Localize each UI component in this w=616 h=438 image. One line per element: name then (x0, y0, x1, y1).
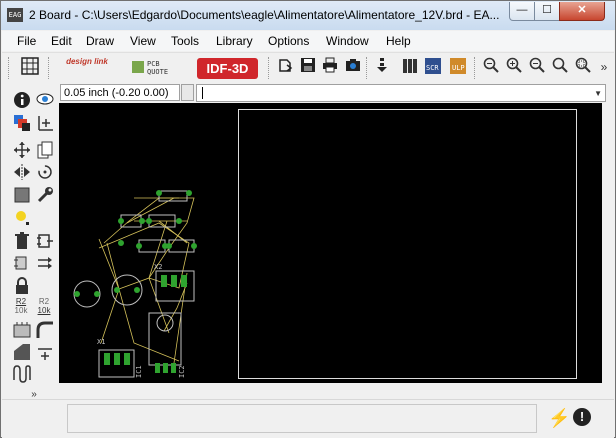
menu-view[interactable]: View (130, 34, 156, 48)
pcb-quote-label: PCB QUOTE (147, 60, 169, 76)
app-icon: EAG (7, 8, 23, 22)
smash-icon[interactable] (12, 209, 32, 229)
pcb-quote-button[interactable]: PCB QUOTE (132, 59, 176, 77)
value-tool-value: 10k (37, 306, 51, 315)
toolbar-grip[interactable] (268, 57, 272, 79)
change-icon[interactable] (35, 186, 55, 206)
value-tool[interactable]: R2 10k (34, 297, 54, 319)
menu-window[interactable]: Window (326, 34, 369, 48)
copy-icon[interactable] (35, 141, 55, 161)
designlink-button[interactable]: design link (64, 57, 110, 79)
grid-icon[interactable] (20, 57, 40, 77)
menu-help[interactable]: Help (386, 34, 411, 48)
pcb-quote-icon (132, 61, 144, 73)
split-icon[interactable] (12, 321, 32, 341)
mark-icon[interactable] (35, 114, 55, 134)
replace-icon[interactable] (12, 254, 32, 274)
toolbar-grip[interactable] (474, 57, 478, 79)
mirror-icon[interactable] (12, 163, 32, 183)
menu-library[interactable]: Library (216, 34, 253, 48)
miter-icon[interactable] (35, 321, 55, 341)
display-layers-icon[interactable] (12, 114, 32, 134)
show-icon[interactable] (35, 91, 55, 111)
name-tool[interactable]: R2 10k (11, 297, 31, 319)
menu-options[interactable]: Options (268, 34, 309, 48)
status-bar: ⚡ ! (2, 399, 614, 438)
zoom-redraw-icon[interactable] (550, 57, 570, 77)
open-icon[interactable] (276, 57, 296, 77)
board-components: X1 X2 IC1 IC2 (73, 190, 197, 378)
toolbar-grip[interactable] (48, 57, 52, 79)
title-bar: EAG 2 Board - C:\Users\Edgardo\Documents… (1, 1, 615, 30)
menu-tools[interactable]: Tools (171, 34, 199, 48)
close-button[interactable]: ✕ (559, 2, 605, 21)
pinswap-icon[interactable] (35, 254, 55, 274)
zoom-out-icon[interactable] (527, 57, 547, 77)
minimize-button[interactable]: — (509, 2, 535, 21)
svg-text:ULP: ULP (452, 64, 465, 72)
window-title: 2 Board - C:\Users\Edgardo\Documents\eag… (29, 8, 499, 22)
svg-text:X2: X2 (154, 263, 162, 271)
library-icon[interactable] (400, 57, 420, 77)
menu-edit[interactable]: Edit (51, 34, 72, 48)
maximize-button[interactable]: ☐ (534, 2, 560, 21)
command-row: 0.05 inch (-0.20 0.00) ▼ (2, 83, 614, 103)
zoom-fit-icon[interactable] (481, 57, 501, 77)
name-tool-value: 10k (14, 306, 28, 315)
svg-text:IC1: IC1 (135, 365, 143, 378)
lightning-icon[interactable]: ⚡ (548, 408, 570, 428)
toolbar-grip[interactable] (8, 57, 12, 79)
command-line-input[interactable]: ▼ (196, 84, 606, 102)
meander-icon[interactable] (12, 365, 32, 385)
group-icon[interactable] (12, 186, 32, 206)
eagle-board-window: EAG 2 Board - C:\Users\Edgardo\Documents… (0, 0, 616, 438)
save-icon[interactable] (298, 57, 318, 77)
menu-draw[interactable]: Draw (86, 34, 114, 48)
name-tool-label: R2 (15, 297, 27, 306)
vertical-scrollbar[interactable] (602, 103, 614, 383)
rotate-icon[interactable] (35, 163, 55, 183)
coordinate-toggle[interactable] (181, 84, 194, 101)
main-toolbar: design link PCB QUOTE IDF-3D SCR ULP » (2, 52, 614, 83)
zoom-select-icon[interactable] (573, 57, 593, 77)
svg-text:X1: X1 (97, 338, 105, 346)
upload-icon[interactable] (372, 57, 392, 77)
toolbar-grip[interactable] (366, 57, 370, 79)
board-outline (238, 109, 577, 379)
coordinate-display: 0.05 inch (-0.20 0.00) (60, 84, 180, 101)
status-message (67, 404, 537, 433)
svg-text:SCR: SCR (426, 64, 439, 72)
add-icon[interactable] (35, 232, 55, 252)
value-tool-label: R2 (38, 297, 50, 306)
chevron-down-icon[interactable]: ▼ (594, 89, 602, 98)
ulp-icon[interactable]: ULP (448, 57, 468, 77)
cam-processor-icon[interactable] (343, 57, 363, 77)
design-rules-icon[interactable]: SCR (423, 57, 443, 77)
route-icon[interactable] (12, 343, 32, 363)
toolbar-overflow-button[interactable]: » (594, 57, 614, 77)
move-icon[interactable] (12, 141, 32, 161)
menu-bar: File Edit Draw View Tools Library Option… (2, 31, 614, 51)
info-icon[interactable] (12, 91, 32, 111)
svg-text:IC2: IC2 (178, 365, 186, 378)
print-icon[interactable] (320, 57, 340, 77)
lock-icon[interactable] (12, 277, 32, 297)
text-caret (202, 87, 203, 99)
zoom-in-icon[interactable] (504, 57, 524, 77)
delete-icon[interactable] (12, 232, 32, 252)
horizontal-scrollbar[interactable] (59, 383, 613, 397)
left-tool-palette: R2 10k R2 10k » (2, 89, 58, 405)
board-canvas[interactable]: X1 X2 IC1 IC2 (59, 103, 613, 383)
idf-3d-button[interactable]: IDF-3D (197, 58, 258, 79)
ripup-icon[interactable] (35, 343, 55, 363)
menu-file[interactable]: File (17, 34, 36, 48)
stop-icon[interactable]: ! (573, 408, 591, 426)
